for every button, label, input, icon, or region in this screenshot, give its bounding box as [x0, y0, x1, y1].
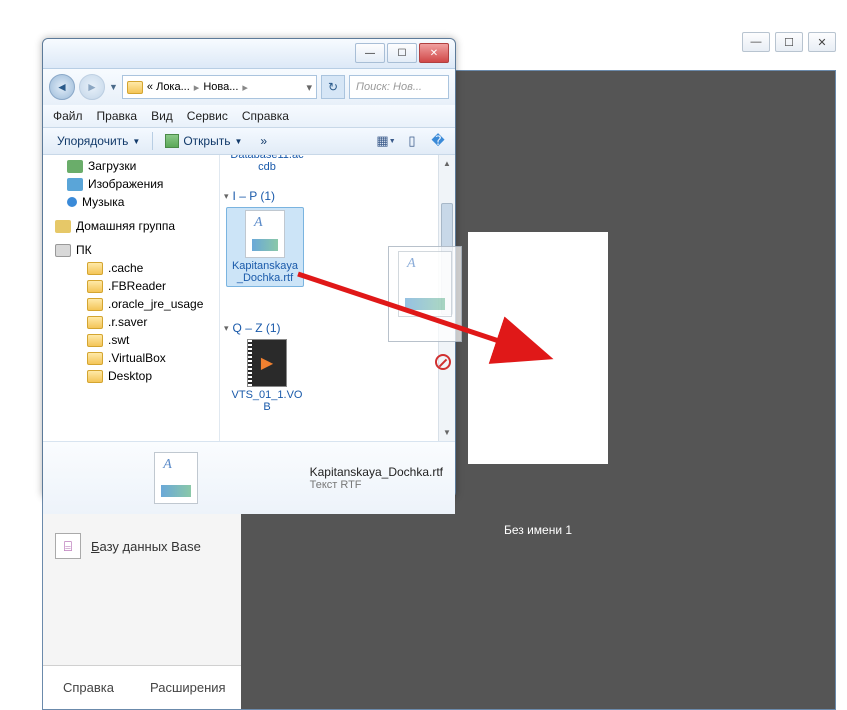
homegroup-icon [55, 220, 71, 233]
downloads-icon [67, 160, 83, 173]
chevron-down-icon: ▼ [234, 137, 242, 146]
tree-rsaver[interactable]: .r.saver [43, 313, 219, 331]
tree-fbreader[interactable]: .FBReader [43, 277, 219, 295]
folder-icon [87, 280, 103, 293]
back-button[interactable]: ◄ [49, 74, 75, 100]
document-thumbnail[interactable] [468, 232, 608, 464]
folder-icon [87, 316, 103, 329]
pictures-icon [67, 178, 83, 191]
folder-icon [87, 298, 103, 311]
crumb-part[interactable]: Нова... [203, 81, 238, 93]
group-header-qz[interactable]: Q – Z (1) [224, 317, 281, 339]
chevron-right-icon: ▸ [194, 81, 200, 94]
tree-oracle[interactable]: .oracle_jre_usage [43, 295, 219, 313]
menu-file[interactable]: Файл [53, 109, 83, 123]
refresh-button[interactable]: ↻ [321, 75, 345, 99]
nav-tree[interactable]: Загрузки Изображения Музыка Домашняя гру… [43, 155, 220, 441]
sidebar-label: Базу данных Base [91, 539, 201, 554]
view-options-button[interactable]: ▦▼ [377, 132, 395, 150]
history-chevron-icon[interactable]: ▼ [109, 82, 118, 92]
organize-button[interactable]: Упорядочить▼ [51, 132, 146, 150]
tree-cache[interactable]: .cache [43, 259, 219, 277]
nav-bar: ◄ ► ▼ « Лока... ▸ Нова... ▸ ▾ ↻ Поиск: Н… [43, 69, 455, 105]
menu-service[interactable]: Сервис [187, 109, 228, 123]
file-name: Database11.accdb [228, 155, 306, 173]
base-icon: ⌸ [55, 533, 81, 559]
scroll-up-button[interactable]: ▲ [439, 155, 455, 172]
toolbar: Упорядочить▼ Открыть▼ » ▦▼ ▯ � [43, 128, 455, 155]
details-filename: Kapitanskaya_Dochka.rtf [310, 465, 443, 479]
chevron-down-icon[interactable]: ▾ [306, 81, 312, 94]
chevron-down-icon: ▼ [132, 137, 140, 146]
document-name: Без имени 1 [504, 523, 572, 537]
menu-edit[interactable]: Правка [97, 109, 138, 123]
crumb-part[interactable]: « Лока... [147, 81, 190, 93]
folder-icon [87, 334, 103, 347]
file-name: Kapitanskaya_Dochka.rtf [229, 260, 301, 284]
footer-help[interactable]: Справка [63, 680, 114, 695]
help-button[interactable]: � [429, 132, 447, 150]
tree-virtualbox[interactable]: .VirtualBox [43, 349, 219, 367]
details-filetype: Текст RTF [310, 479, 443, 491]
folder-icon [127, 81, 143, 94]
titlebar[interactable]: — ☐ ✕ [43, 39, 455, 69]
tree-swt[interactable]: .swt [43, 331, 219, 349]
tree-music[interactable]: Музыка [43, 193, 219, 211]
video-icon [247, 339, 287, 387]
tree-pictures[interactable]: Изображения [43, 175, 219, 193]
folder-icon [87, 262, 103, 275]
file-item[interactable]: Database11.accdb [228, 155, 306, 173]
file-name: VTS_01_1.VOB [228, 389, 306, 413]
menu-view[interactable]: Вид [151, 109, 173, 123]
close-button[interactable]: ✕ [419, 43, 449, 63]
open-icon [165, 134, 179, 148]
no-drop-icon [435, 354, 451, 370]
file-item-selected[interactable]: Kapitanskaya_Dochka.rtf [226, 207, 304, 287]
group-header-ip[interactable]: I – P (1) [224, 185, 275, 207]
breadcrumb[interactable]: « Лока... ▸ Нова... ▸ ▾ [122, 75, 317, 99]
chevron-right-icon: ▸ [242, 81, 248, 94]
document-icon [245, 210, 285, 258]
scroll-down-button[interactable]: ▼ [439, 424, 455, 441]
tree-desktop[interactable]: Desktop [43, 367, 219, 385]
document-icon [398, 251, 452, 317]
footer-extensions[interactable]: Расширения [150, 680, 226, 695]
tree-pc[interactable]: ПК [43, 241, 219, 259]
open-button[interactable]: Открыть▼ [159, 132, 248, 150]
bg-maximize-button[interactable]: ☐ [775, 32, 803, 52]
drag-ghost [388, 246, 462, 342]
sidebar-item-base[interactable]: ⌸ Базу данных Base [43, 523, 241, 569]
more-button[interactable]: » [254, 132, 273, 150]
search-input[interactable]: Поиск: Нов... [349, 75, 449, 99]
file-item[interactable]: VTS_01_1.VOB [228, 339, 306, 413]
preview-pane-button[interactable]: ▯ [403, 132, 421, 150]
maximize-button[interactable]: ☐ [387, 43, 417, 63]
menu-bar: Файл Правка Вид Сервис Справка [43, 105, 455, 128]
folder-icon [87, 370, 103, 383]
pc-icon [55, 244, 71, 257]
music-icon [67, 197, 77, 207]
document-icon [154, 452, 198, 504]
bg-minimize-button[interactable]: — [742, 32, 770, 52]
folder-icon [87, 352, 103, 365]
menu-help[interactable]: Справка [242, 109, 289, 123]
tree-downloads[interactable]: Загрузки [43, 157, 219, 175]
forward-button[interactable]: ► [79, 74, 105, 100]
details-pane: Kapitanskaya_Dochka.rtf Текст RTF [43, 441, 455, 514]
bg-close-button[interactable]: ✕ [808, 32, 836, 52]
separator [152, 132, 153, 150]
minimize-button[interactable]: — [355, 43, 385, 63]
tree-homegroup[interactable]: Домашняя группа [43, 217, 219, 235]
